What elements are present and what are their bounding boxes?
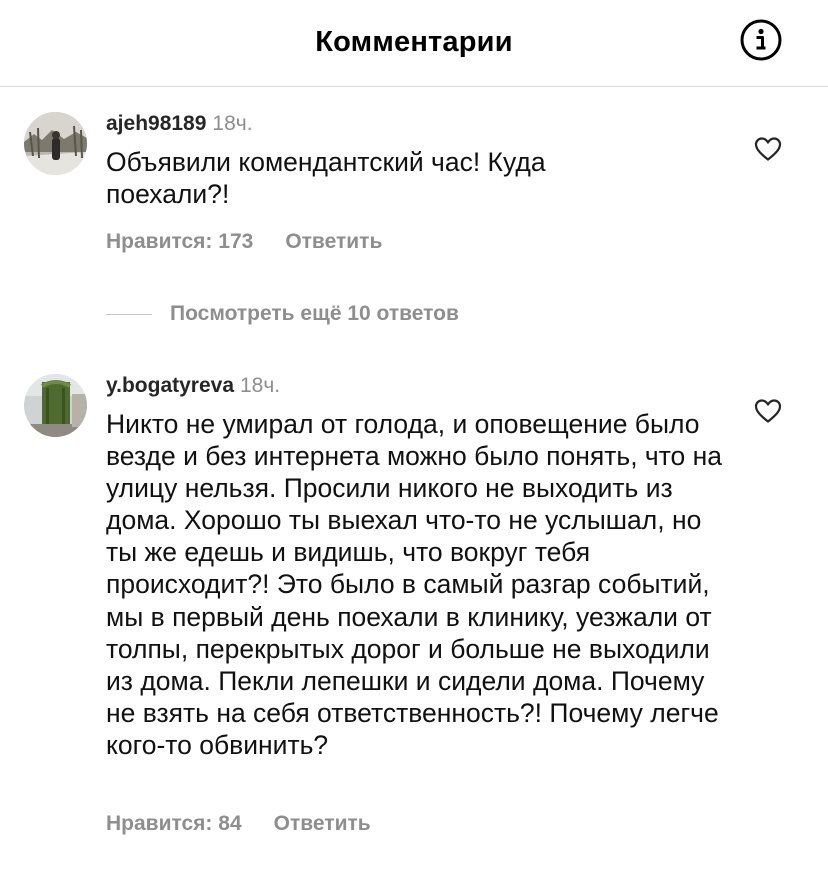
comment-username[interactable]: ajeh98189 — [106, 112, 206, 135]
divider — [106, 313, 152, 315]
page-title: Комментарии — [315, 26, 513, 58]
avatar[interactable] — [24, 112, 87, 175]
reply-button[interactable]: Ответить — [274, 812, 371, 835]
avatar[interactable] — [24, 374, 87, 437]
likes-count[interactable]: Нравится: 84 — [106, 812, 242, 835]
comment-time: 18ч. — [212, 112, 253, 135]
like-button[interactable] — [754, 136, 782, 162]
reply-button[interactable]: Ответить — [285, 230, 382, 253]
comment-username[interactable]: y.bogatyreva — [106, 374, 234, 397]
heart-outline-icon — [754, 399, 782, 423]
comment-text: Объявили комендантский час! Куда поехали… — [106, 147, 546, 210]
likes-count[interactable]: Нравится: 173 — [106, 230, 253, 253]
view-replies-label: Посмотреть ещё 10 ответов — [170, 302, 459, 325]
comment-time: 18ч. — [240, 374, 281, 397]
view-replies-button[interactable]: Посмотреть ещё 10 ответов — [106, 300, 459, 328]
like-button[interactable] — [754, 398, 782, 424]
comment-text: Никто не умирал от голода, и оповещение … — [106, 409, 723, 760]
info-icon — [740, 19, 782, 61]
heart-outline-icon — [754, 137, 782, 161]
info-button[interactable] — [740, 19, 782, 61]
header: Комментарии — [0, 0, 828, 87]
